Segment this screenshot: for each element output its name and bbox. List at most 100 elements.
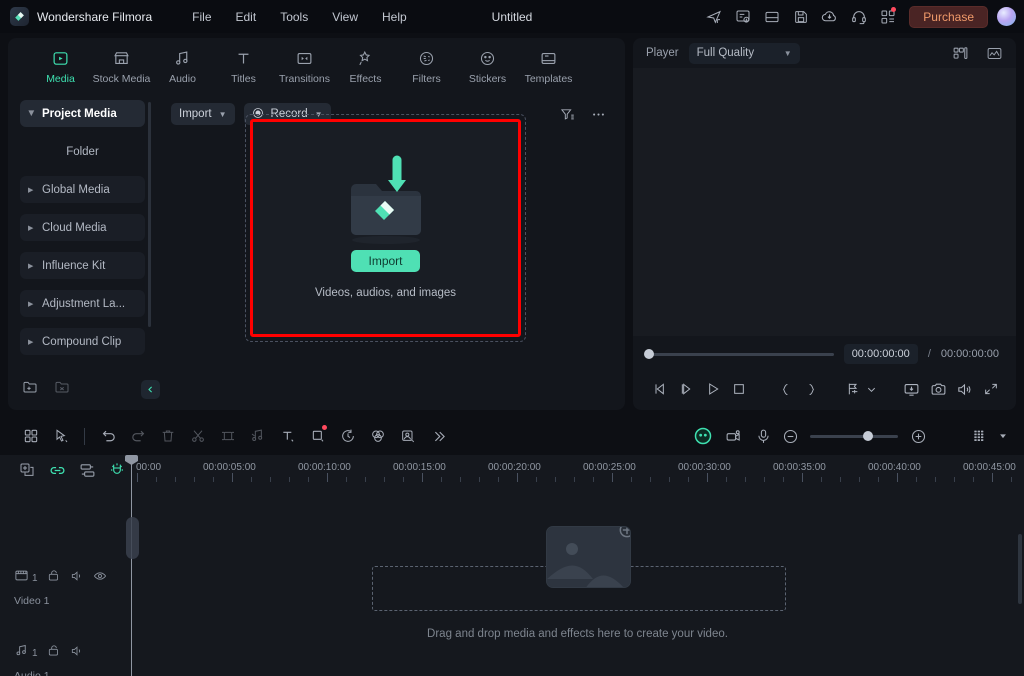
crop-icon[interactable]	[213, 422, 243, 450]
audio-waveform-icon[interactable]	[982, 42, 1006, 64]
select-tool-icon[interactable]	[46, 422, 76, 450]
markers-icon[interactable]	[844, 375, 863, 403]
menu-help[interactable]: Help	[370, 5, 419, 29]
text-icon[interactable]	[273, 422, 303, 450]
zoom-out-icon[interactable]	[778, 422, 802, 450]
menu-tools[interactable]: Tools	[268, 5, 320, 29]
chevron-down-icon[interactable]	[863, 375, 879, 403]
sidebar-item-adjustment-layer[interactable]: ▶ Adjustment La...	[20, 290, 145, 317]
lock-icon[interactable]	[47, 569, 61, 588]
chevron-down-icon[interactable]	[994, 422, 1012, 450]
delete-folder-icon[interactable]	[54, 379, 70, 400]
tab-titles[interactable]: Titles	[213, 44, 274, 85]
menu-edit[interactable]: Edit	[224, 5, 269, 29]
quality-select[interactable]: Full Quality ▼	[689, 43, 800, 64]
ai-assistant-icon[interactable]	[688, 422, 718, 450]
smart-edit-icon[interactable]	[393, 422, 423, 450]
screen-record-icon[interactable]	[718, 422, 748, 450]
timeline-canvas[interactable]: Drag and drop media and effects here to …	[131, 486, 1024, 676]
mute-icon[interactable]	[70, 644, 84, 663]
track-height-icon[interactable]	[964, 422, 994, 450]
voiceover-mic-icon[interactable]	[748, 422, 778, 450]
sidebar-item-compound-clip[interactable]: ▶ Compound Clip	[20, 328, 145, 355]
tab-templates[interactable]: Templates	[518, 44, 579, 85]
zoom-slider-handle[interactable]	[863, 431, 873, 441]
mute-icon[interactable]	[70, 569, 84, 588]
mask-icon[interactable]	[303, 422, 333, 450]
sidebar-item-project-media[interactable]: ▶ Project Media	[20, 100, 145, 127]
sidebar-item-global-media[interactable]: ▶ Global Media	[20, 176, 145, 203]
tab-filters[interactable]: Filters	[396, 44, 457, 85]
fullscreen-icon[interactable]	[978, 375, 1004, 403]
media-dropzone[interactable]: Import Videos, audios, and images	[245, 114, 526, 342]
redo-icon[interactable]	[123, 422, 153, 450]
headset-support-icon[interactable]	[845, 3, 872, 30]
sidebar-scrollbar[interactable]	[148, 102, 151, 327]
split-view-icon[interactable]	[948, 42, 972, 64]
task-list-icon[interactable]	[729, 3, 756, 30]
stop-icon[interactable]	[726, 375, 752, 403]
tab-transitions[interactable]: Transitions	[274, 44, 335, 85]
layout-icon[interactable]	[758, 3, 785, 30]
scrubber-handle[interactable]	[644, 349, 654, 359]
tab-stock-media[interactable]: Stock Media	[91, 44, 152, 85]
purchase-button[interactable]: Purchase	[909, 6, 988, 28]
snapshot-to-album-icon[interactable]	[898, 375, 924, 403]
playhead[interactable]	[131, 455, 132, 676]
new-folder-icon[interactable]	[22, 379, 38, 400]
delete-icon[interactable]	[153, 422, 183, 450]
ruler-major-tick	[802, 473, 803, 482]
import-button[interactable]: Import	[351, 250, 419, 272]
grid-view-icon[interactable]	[16, 422, 46, 450]
menu-file[interactable]: File	[180, 5, 223, 29]
cloud-icon[interactable]	[816, 3, 843, 30]
play-icon[interactable]	[700, 375, 726, 403]
timeline-left-scroll-handle[interactable]	[126, 517, 139, 559]
volume-icon[interactable]	[951, 375, 977, 403]
auto-ripple-icon[interactable]	[78, 461, 96, 479]
zoom-in-icon[interactable]	[906, 422, 930, 450]
lock-icon[interactable]	[47, 644, 61, 663]
sidebar-item-cloud-media[interactable]: ▶ Cloud Media	[20, 214, 145, 241]
color-match-icon[interactable]	[363, 422, 393, 450]
user-avatar[interactable]	[997, 7, 1016, 26]
link-clips-icon[interactable]	[48, 461, 66, 479]
add-track-icon[interactable]	[18, 461, 36, 479]
tab-effects[interactable]: Effects	[335, 44, 396, 85]
panel-divider[interactable]	[625, 38, 633, 410]
track-header-video-1[interactable]: 1	[14, 568, 124, 607]
speed-icon[interactable]	[333, 422, 363, 450]
menu-view[interactable]: View	[320, 5, 370, 29]
media-dropzone-highlight[interactable]: Import Videos, audios, and images	[250, 119, 521, 337]
collapse-sidebar-button[interactable]	[141, 380, 160, 399]
snap-magnet-icon[interactable]	[108, 461, 126, 479]
filter-icon[interactable]	[556, 103, 578, 125]
save-icon[interactable]	[787, 3, 814, 30]
eye-icon[interactable]	[93, 569, 107, 588]
more-options-icon[interactable]	[587, 103, 609, 125]
prev-frame-icon[interactable]	[647, 375, 673, 403]
track-header-audio-1[interactable]: 1 Audio 1	[14, 643, 124, 676]
import-dropdown-button[interactable]: Import ▼	[171, 103, 235, 125]
timeline-ruler[interactable]: 00:00 00:00:05:00 00:00:10:00 00:00:15:0…	[131, 455, 1024, 486]
player-scrubber[interactable]	[647, 353, 834, 356]
current-timecode[interactable]: 00:00:00:00	[844, 344, 918, 364]
undo-icon[interactable]	[93, 422, 123, 450]
player-preview[interactable]	[633, 68, 1016, 336]
tab-stickers[interactable]: Stickers	[457, 44, 518, 85]
next-frame-icon[interactable]	[673, 375, 699, 403]
split-scissors-icon[interactable]	[183, 422, 213, 450]
tab-media[interactable]: Media	[30, 44, 91, 85]
tab-audio[interactable]: Audio	[152, 44, 213, 85]
detach-audio-icon[interactable]	[243, 422, 273, 450]
mark-out-icon[interactable]	[798, 375, 824, 403]
more-tools-icon[interactable]	[423, 422, 453, 450]
camera-snapshot-icon[interactable]	[925, 375, 951, 403]
zoom-slider[interactable]	[810, 435, 898, 438]
add-media-thumbnail-icon[interactable]	[546, 526, 631, 588]
apps-grid-icon[interactable]	[874, 3, 901, 30]
mark-in-icon[interactable]	[772, 375, 798, 403]
send-export-icon[interactable]	[700, 3, 727, 30]
sidebar-item-influence-kit[interactable]: ▶ Influence Kit	[20, 252, 145, 279]
timeline-vertical-scrollbar[interactable]	[1018, 534, 1022, 604]
